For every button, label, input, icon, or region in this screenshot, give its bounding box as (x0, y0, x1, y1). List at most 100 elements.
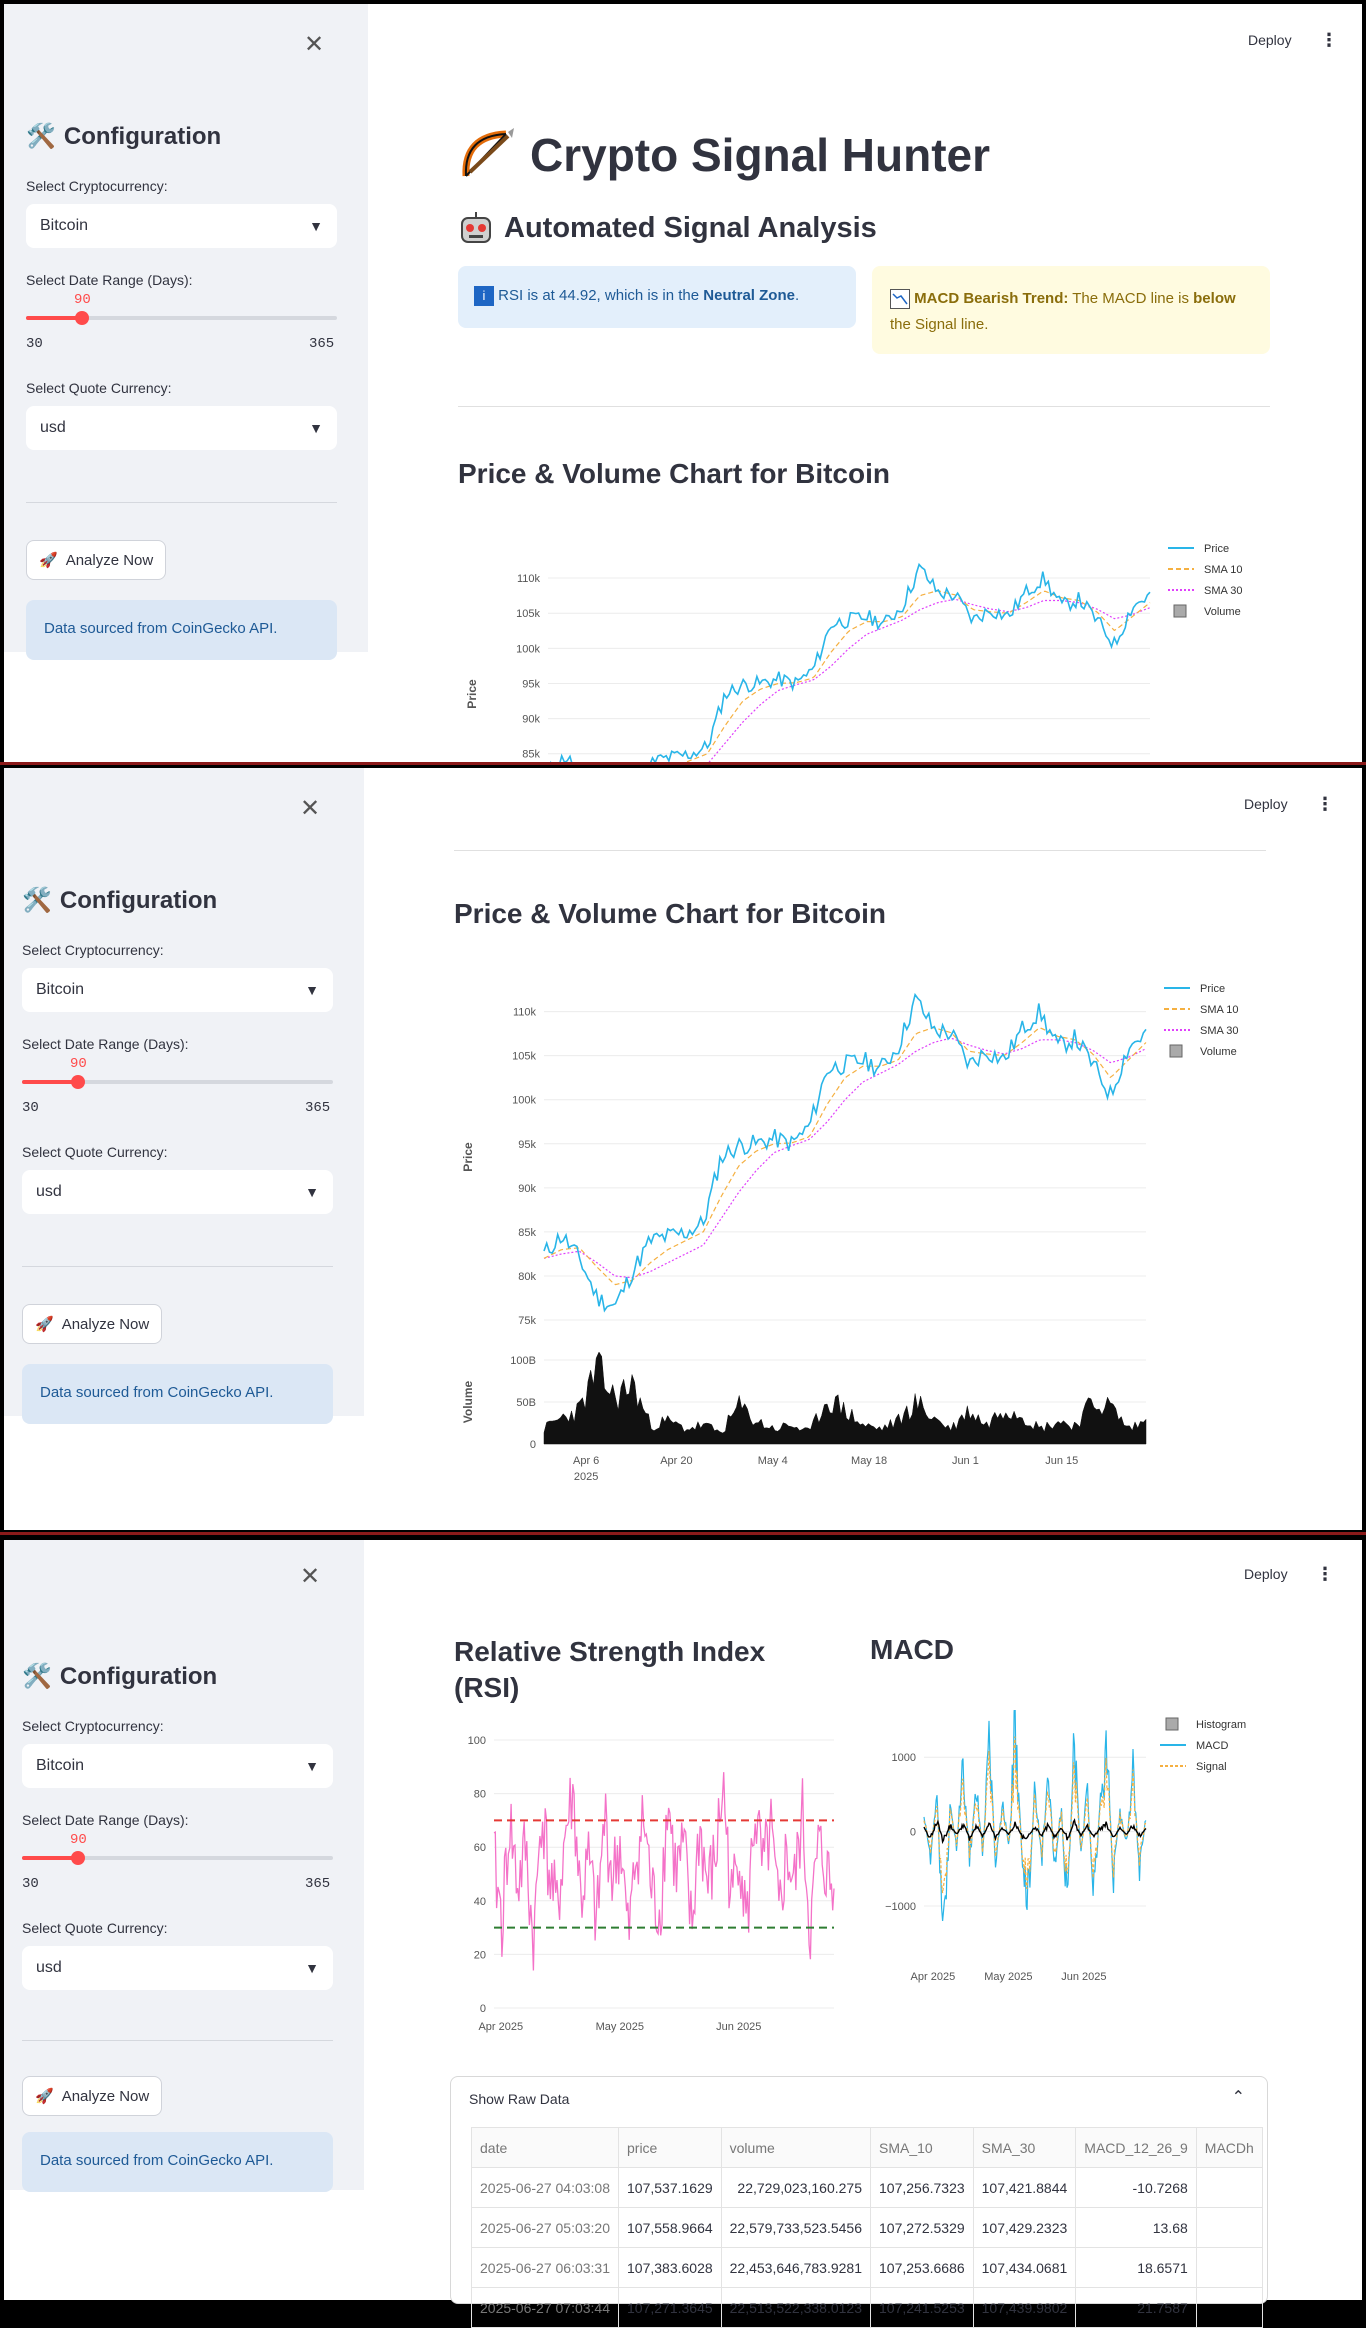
close-icon[interactable]: ✕ (304, 30, 324, 59)
slider-thumb[interactable] (71, 1075, 85, 1089)
price-line (550, 562, 1151, 762)
screenshot-panel-1: ✕ 🛠️ Configuration Select Cryptocurrency:… (4, 4, 1362, 762)
deploy-button[interactable]: Deploy (1248, 32, 1292, 48)
legend-label: SMA 30 (1200, 1025, 1239, 1037)
kebab-menu-icon[interactable]: ⋮ (1316, 794, 1334, 815)
separator (0, 1532, 1366, 1535)
crypto-select[interactable]: Bitcoin ▼ (22, 1744, 333, 1788)
table-header[interactable]: SMA_10 (870, 2127, 974, 2168)
table-header[interactable]: volume (720, 2127, 872, 2168)
sidebar-title: 🛠️ Configuration (22, 1662, 218, 1691)
slider-min: 30 (22, 1100, 39, 1116)
x-tick-label: Jun 1 (952, 1455, 979, 1467)
quote-select[interactable]: usd ▼ (26, 406, 337, 450)
price-chart-title: Price & Volume Chart for Bitcoin (458, 458, 890, 489)
table-header[interactable]: date (471, 2127, 619, 2168)
table-row: 2025-06-27 05:03:20 107,558.9664 22,579,73… (471, 2207, 1263, 2248)
legend-label: MACD (1196, 1740, 1228, 1752)
crypto-select[interactable]: Bitcoin ▼ (26, 204, 337, 248)
legend-swatch-volume (1169, 1044, 1183, 1058)
legend-swatch-volume (1173, 604, 1187, 618)
table-header[interactable]: MACD_12_26_9 (1075, 2127, 1197, 2168)
kebab-menu-icon[interactable]: ⋮ (1320, 30, 1338, 51)
macd-chart-title: MACD (870, 1634, 954, 1665)
table-cell: 107,421.8844 (972, 2167, 1077, 2208)
chevron-down-icon: ▼ (309, 420, 323, 436)
chart-decreasing-icon (890, 289, 910, 310)
x-tick-label: Jun 2025 (1061, 1971, 1106, 1983)
chevron-down-icon: ▼ (305, 1758, 319, 1774)
table-row: 2025-06-27 04:03:08 107,537.1629 22,729,02… (471, 2167, 1263, 2208)
y-tick-label: 0 (480, 2003, 486, 2015)
raw-data-toggle[interactable]: Show Raw Data (469, 2091, 569, 2107)
sidebar-divider (22, 1266, 333, 1267)
table-cell: 22,513,522,338.0123 (720, 2287, 872, 2328)
volume-tick-label: 0 (530, 1439, 536, 1451)
tools-icon: 🛠️ (22, 1663, 52, 1690)
y-tick-label: 105k (516, 608, 540, 620)
quote-label: Select Quote Currency: (26, 380, 172, 396)
y-tick-label: 100k (516, 643, 540, 655)
sidebar-divider (22, 2040, 333, 2041)
table-header[interactable]: MACDh (1195, 2127, 1263, 2168)
raw-data-table: date price volume SMA_10 SMA_30 MACD_12_26_9 M… (471, 2127, 1263, 2328)
table-cell: 107,537.1629 (618, 2167, 722, 2208)
info-icon: i (474, 286, 494, 306)
y-tick-label: 1000 (892, 1752, 916, 1764)
quote-select[interactable]: usd ▼ (22, 1946, 333, 1990)
y-tick-label: 95k (522, 678, 540, 690)
price-line (543, 992, 1147, 1313)
table-cell: 2025-06-27 05:03:20 (471, 2207, 619, 2248)
y-tick-label: 110k (517, 573, 541, 585)
y-tick-label: 110k (513, 1007, 537, 1019)
analyze-button[interactable]: 🚀 Analyze Now (22, 1304, 163, 1344)
close-icon[interactable]: ✕ (300, 794, 320, 823)
quote-label: Select Quote Currency: (22, 1920, 168, 1936)
date-range-slider[interactable] (26, 311, 337, 325)
table-cell: 107,383.6028 (618, 2247, 722, 2288)
x-tick-label: May 2025 (596, 2021, 644, 2033)
rsi-chart-title: Relative Strength Index (RSI) (454, 1636, 766, 1704)
chevron-down-icon: ▼ (305, 1184, 319, 1200)
deploy-button[interactable]: Deploy (1244, 796, 1288, 812)
crypto-select[interactable]: Bitcoin ▼ (22, 968, 333, 1012)
sidebar: ✕ 🛠️ Configuration Select Cryptocurrency:… (4, 4, 368, 660)
y-tick-label: 80 (474, 1789, 486, 1801)
table-header[interactable]: price (618, 2127, 722, 2168)
table-cell: 22,729,023,160.275 (720, 2167, 872, 2208)
sidebar-title: 🛠️ Configuration (22, 886, 218, 915)
robot-icon (461, 212, 491, 243)
divider (454, 850, 1266, 851)
chevron-up-icon[interactable]: ⌃ (1232, 2087, 1245, 2107)
price-volume-chart: 75k 80k 85k 90k 95k 100k 105k 110k Price Price SMA… (461, 983, 1239, 1483)
macd-line (923, 1710, 1147, 1922)
date-range-slider[interactable] (22, 1851, 333, 1865)
analyze-button[interactable]: 🚀 Analyze Now (26, 540, 167, 580)
crypto-label: Select Cryptocurrency: (26, 178, 168, 194)
slider-thumb[interactable] (75, 311, 89, 325)
crypto-label: Select Cryptocurrency: (22, 942, 164, 958)
quote-label: Select Quote Currency: (22, 1144, 168, 1160)
page-title: Crypto Signal Hunter (458, 126, 990, 184)
table-header[interactable]: SMA_30 (972, 2127, 1077, 2168)
legend-label: Price (1200, 983, 1225, 995)
analyze-button[interactable]: 🚀 Analyze Now (22, 2076, 163, 2116)
x-tick-label: May 18 (851, 1455, 887, 1467)
slider-thumb[interactable] (71, 1851, 85, 1865)
close-icon[interactable]: ✕ (300, 1562, 320, 1591)
range-label: Select Date Range (Days): (22, 1812, 189, 1828)
legend-label: SMA 30 (1204, 585, 1243, 597)
x-tick-label: Apr 2025 (478, 2021, 523, 2033)
y-tick-label: 90k (518, 1183, 536, 1195)
sidebar-divider (26, 502, 337, 503)
divider (458, 406, 1270, 407)
rocket-icon: 🚀 (39, 552, 58, 569)
kebab-menu-icon[interactable]: ⋮ (1316, 1564, 1334, 1585)
date-range-slider[interactable] (22, 1075, 333, 1089)
tools-icon: 🛠️ (26, 123, 56, 150)
deploy-button[interactable]: Deploy (1244, 1566, 1288, 1582)
quote-select[interactable]: usd ▼ (22, 1170, 333, 1214)
slider-max: 365 (305, 1100, 331, 1116)
table-cell: 22,579,733,523.5456 (720, 2207, 872, 2248)
legend-swatch-histogram (1165, 1717, 1179, 1731)
